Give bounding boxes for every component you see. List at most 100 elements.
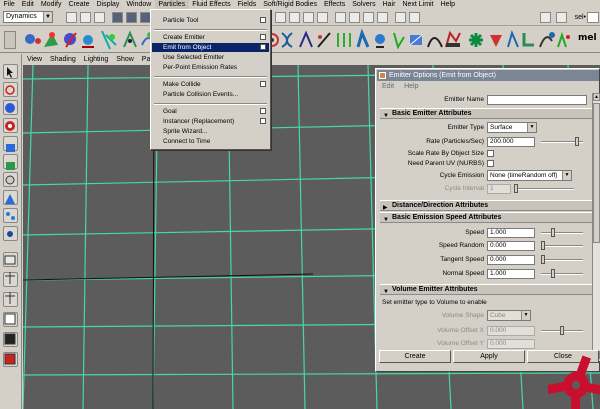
snap-curve-icon[interactable] (289, 12, 300, 23)
select-object-icon[interactable] (126, 12, 137, 23)
slider-thumb[interactable] (551, 269, 555, 278)
menu-help[interactable]: Help (437, 0, 458, 9)
input-line-icon[interactable] (395, 12, 406, 23)
menu-set-dropdown[interactable]: Dynamics ▼ (3, 11, 53, 23)
menu-file[interactable]: File (0, 0, 18, 9)
menu-modify[interactable]: Modify (37, 0, 65, 9)
shelf-icon-emitter[interactable] (44, 32, 58, 47)
shelf-icon-soft-body[interactable] (299, 30, 313, 48)
need-parent-uv-checkbox[interactable] (487, 160, 494, 167)
snap-grid-icon[interactable] (275, 12, 286, 23)
slider-thumb[interactable] (514, 184, 518, 193)
cycle-interval-slider[interactable] (514, 184, 574, 193)
volume-offset-x-slider[interactable] (541, 326, 583, 335)
shelf-icon-surface-flow[interactable] (557, 31, 570, 48)
option-box-icon[interactable] (260, 17, 266, 23)
panel-menu-shading[interactable]: Shading (46, 54, 80, 65)
shelf-icon-instancer[interactable] (123, 30, 137, 48)
cycle-emission-dropdown[interactable]: None (timeRandom off) ▼ (487, 170, 572, 181)
shelf-icon-rigid-body[interactable] (281, 32, 293, 48)
shelf-icon-spring[interactable] (317, 32, 331, 48)
snap-point-icon[interactable] (303, 12, 314, 23)
selection-mask-icon[interactable] (540, 12, 551, 23)
slider-thumb[interactable] (560, 326, 564, 335)
shelf-icon-precipitation[interactable] (522, 33, 534, 47)
menu-item-sprite-wizard[interactable]: Sprite Wizard... (152, 127, 269, 136)
shelf-icon-particle-tool[interactable] (25, 34, 41, 44)
shelf-icon-emit-object[interactable] (64, 32, 77, 48)
menu-particles[interactable]: Particles (154, 0, 189, 9)
tangent-speed-slider[interactable] (541, 255, 583, 264)
open-scene-icon[interactable] (80, 12, 91, 23)
menu-item-particle-collision-events[interactable]: Particle Collision Events... (152, 90, 269, 99)
dialog-title-bar[interactable]: Emitter Options (Emit from Object) (377, 70, 599, 81)
option-box-icon[interactable] (260, 108, 266, 114)
normal-speed-input[interactable]: 1.000 (487, 269, 535, 279)
menu-window[interactable]: Window (123, 0, 155, 9)
section-basic-emission-speed-attributes[interactable]: ▼ Basic Emission Speed Attributes (380, 212, 592, 223)
mel-shelf-button[interactable]: mel (578, 33, 597, 43)
menu-fluid-effects[interactable]: Fluid Effects (189, 0, 234, 9)
shelf-icon-constraint[interactable] (337, 33, 351, 47)
panel-menu-view[interactable]: View (23, 54, 46, 65)
menu-edit[interactable]: Edit (18, 0, 37, 9)
menu-create[interactable]: Create (65, 0, 93, 9)
dialog-scrollbar[interactable]: ▲ ▼ (592, 93, 600, 361)
section-basic-emitter-attributes[interactable]: ▼ Basic Emitter Attributes (380, 108, 592, 119)
menu-item-create-emitter[interactable]: Create Emitter (152, 33, 269, 42)
shelf-icon-curve-flow[interactable] (427, 37, 443, 48)
section-volume-emitter-attributes[interactable]: ▼ Volume Emitter Attributes (380, 284, 592, 295)
dialog-menu-edit[interactable]: Edit (377, 82, 399, 92)
panel-menu-lighting[interactable]: Lighting (80, 54, 113, 65)
menu-item-per-point-emission-rates[interactable]: Per-Point Emission Rates (152, 63, 269, 72)
rate-input[interactable]: 200.000 (487, 137, 535, 147)
volume-offset-y-input[interactable]: 0.000 (487, 339, 535, 349)
option-box-icon[interactable] (260, 118, 266, 124)
shelf-icon-asterisk[interactable] (469, 33, 483, 47)
menu-effects[interactable]: Effects (320, 0, 348, 9)
sel-input[interactable] (587, 12, 599, 23)
menu-item-emit-from-object[interactable]: Emit from Object (152, 43, 269, 52)
shelf-icon-nail[interactable] (356, 28, 370, 48)
snap-plane-icon[interactable] (317, 12, 328, 23)
speed-slider[interactable] (541, 228, 583, 237)
slider-thumb[interactable] (541, 241, 545, 250)
menu-item-goal[interactable]: Goal (152, 107, 269, 116)
rate-slider[interactable] (541, 137, 583, 146)
scrollbar-thumb[interactable] (593, 103, 600, 243)
shelf-icon-flow[interactable] (507, 30, 519, 48)
dialog-menu-help[interactable]: Help (399, 82, 423, 92)
slider-thumb[interactable] (541, 255, 545, 264)
menu-item-particle-tool[interactable]: Particle Tool (152, 16, 269, 25)
volume-shape-dropdown[interactable]: Cube ▼ (487, 310, 531, 321)
channel-box-icon[interactable] (409, 12, 420, 23)
shelf-icon-goal[interactable] (101, 30, 117, 50)
shelf-icon-shatter[interactable] (490, 35, 502, 47)
shelf-icon-hinge[interactable] (375, 34, 385, 48)
slider-thumb[interactable] (551, 228, 555, 237)
cycle-interval-input[interactable]: 1 (487, 184, 511, 194)
speed-random-input[interactable]: 0.000 (487, 241, 535, 251)
shelf-icon-fire[interactable] (445, 30, 461, 48)
tangent-speed-input[interactable]: 0.000 (487, 255, 535, 265)
history-icon[interactable] (335, 12, 346, 23)
option-box-icon[interactable] (260, 34, 266, 40)
ipr-render-icon[interactable] (363, 12, 374, 23)
menu-item-instancer[interactable]: Instancer (Replacement) (152, 117, 269, 126)
panel-menu-show[interactable]: Show (112, 54, 138, 65)
menu-next-limit[interactable]: Next Limit (399, 0, 437, 9)
option-box-icon[interactable] (260, 81, 266, 87)
apply-button[interactable]: Apply (453, 350, 525, 363)
create-button[interactable]: Create (379, 350, 451, 363)
menu-soft-rigid-bodies[interactable]: Soft/Rigid Bodies (260, 0, 321, 9)
volume-offset-x-input[interactable]: 0.000 (487, 326, 535, 336)
new-scene-icon[interactable] (66, 12, 77, 23)
sidebar-toggle-icon[interactable] (556, 12, 567, 23)
option-box-icon[interactable] (260, 44, 266, 50)
shelf-icon-smoke[interactable] (539, 32, 555, 48)
menu-item-connect-to-time[interactable]: Connect to Time (152, 137, 269, 146)
shelf-icon-pin[interactable] (393, 32, 405, 50)
shelf-icon-barrier[interactable] (409, 34, 423, 46)
menu-fields[interactable]: Fields (234, 0, 260, 9)
render-icon[interactable] (349, 12, 360, 23)
